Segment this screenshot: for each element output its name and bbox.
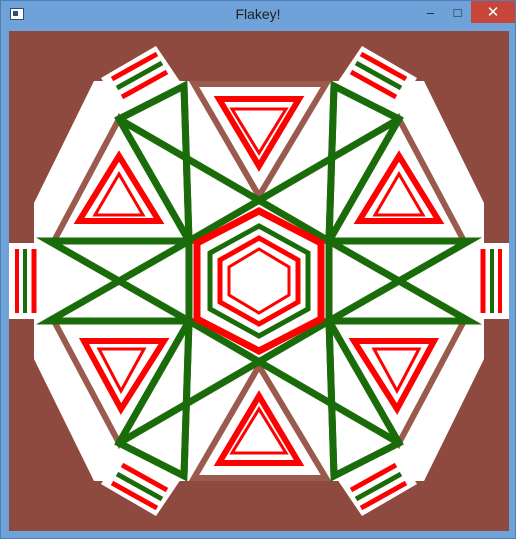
title-bar[interactable]: Flakey! – □ ✕ — [1, 1, 515, 29]
right-tab — [469, 243, 509, 319]
hexagon-base — [34, 81, 484, 481]
app-window: Flakey! – □ ✕ — [0, 0, 516, 539]
maximize-button[interactable]: □ — [444, 1, 471, 23]
snowflake-drawing — [9, 46, 509, 516]
minimize-button[interactable]: – — [417, 1, 444, 23]
close-button[interactable]: ✕ — [471, 1, 515, 23]
canvas-area — [9, 31, 509, 531]
